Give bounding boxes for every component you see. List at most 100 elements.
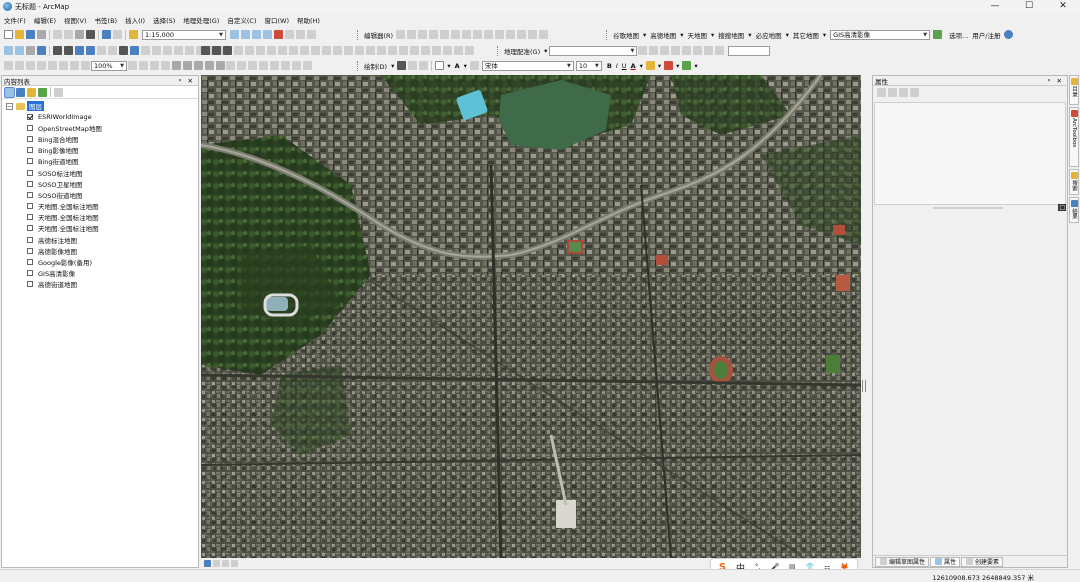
pause-drawing-icon[interactable] xyxy=(231,559,238,567)
find-icon[interactable] xyxy=(174,46,183,55)
layout-icon[interactable] xyxy=(289,46,298,55)
layer-visibility-checkbox[interactable] xyxy=(27,191,33,198)
tool-icon[interactable] xyxy=(226,61,235,70)
fill-color-icon[interactable] xyxy=(645,61,655,70)
full-extent-icon[interactable] xyxy=(37,46,46,55)
layer-visibility-checkbox[interactable] xyxy=(27,270,33,277)
layout-icon[interactable] xyxy=(399,46,408,55)
layer-label[interactable]: ESRIWorldImage xyxy=(38,113,92,121)
previous-extent-icon[interactable] xyxy=(70,61,79,70)
layer-row[interactable]: 高德街道地图 xyxy=(2,279,198,290)
layout-pan-icon[interactable] xyxy=(26,61,35,70)
georef-tool-icon[interactable] xyxy=(671,46,681,55)
layer-row[interactable]: Bing影像地图 xyxy=(2,145,198,156)
layer-row[interactable]: Bing混合地图 xyxy=(2,133,198,144)
list-by-visibility-icon[interactable] xyxy=(27,87,36,97)
menu-geoprocessing[interactable]: 地理处理(G) xyxy=(179,15,223,25)
tool-icon[interactable] xyxy=(270,61,279,70)
list-by-source-icon[interactable] xyxy=(16,87,25,97)
tianditu-map-button[interactable]: 天地图 xyxy=(686,30,710,40)
save-icon[interactable] xyxy=(26,30,35,39)
python-window-icon[interactable] xyxy=(285,30,294,39)
layout-icon[interactable] xyxy=(300,46,309,55)
layer-visibility-checkbox[interactable] xyxy=(27,259,33,266)
edit-vertices-icon[interactable] xyxy=(469,61,479,70)
layer-row[interactable]: 高德标注地图 xyxy=(2,234,198,245)
layer-row[interactable]: Bing街道地图 xyxy=(2,156,198,167)
properties-tool-icon[interactable] xyxy=(888,87,897,97)
maximize-button[interactable]: ☐ xyxy=(1012,0,1046,13)
menu-bookmarks[interactable]: 书签(B) xyxy=(91,15,122,25)
menu-windows[interactable]: 窗口(W) xyxy=(261,15,294,25)
table-of-contents-icon[interactable] xyxy=(241,30,250,39)
layer-label[interactable]: 天地图.全国标注地图 xyxy=(38,201,99,211)
data-driven-pages-icon[interactable] xyxy=(161,61,170,70)
identify-icon[interactable] xyxy=(130,46,139,55)
options-button[interactable]: 选项... xyxy=(947,30,970,40)
toggle-draft-mode-icon[interactable] xyxy=(128,61,137,70)
font-color-button[interactable]: A xyxy=(629,62,638,70)
arctoolbox-icon[interactable] xyxy=(274,30,283,39)
marker-color-icon[interactable] xyxy=(682,61,692,70)
layout-icon[interactable] xyxy=(421,46,430,55)
zoom-out-icon[interactable] xyxy=(15,46,24,55)
bold-button[interactable]: B xyxy=(605,62,614,70)
layer-visibility-checkbox[interactable] xyxy=(27,203,33,210)
layout-icon[interactable] xyxy=(443,46,452,55)
menu-selection[interactable]: 选择(S) xyxy=(149,15,179,25)
add-data-icon[interactable] xyxy=(129,30,138,39)
georeferencing-menu[interactable]: 地理配准(G) xyxy=(502,46,542,56)
back-extent-icon[interactable] xyxy=(75,46,84,55)
layer-visibility-checkbox[interactable] xyxy=(27,236,33,243)
tool-icon[interactable] xyxy=(248,61,257,70)
layout-icon[interactable] xyxy=(344,46,353,55)
layer-label[interactable]: 高德标注地图 xyxy=(38,235,77,245)
fixed-zoom-in-icon[interactable] xyxy=(53,46,62,55)
attributes-icon[interactable] xyxy=(517,30,527,39)
zoom-whole-page-icon[interactable] xyxy=(37,61,46,70)
collapse-icon[interactable]: − xyxy=(6,102,13,110)
menu-help[interactable]: 帮助(H) xyxy=(293,15,324,25)
tab-search[interactable]: 搜索 xyxy=(1069,169,1079,195)
toc-pin-close-icon[interactable]: ᵖ ✕ xyxy=(179,77,198,85)
tool-icon[interactable] xyxy=(216,61,225,70)
hyperlink-icon[interactable] xyxy=(141,46,150,55)
layer-label[interactable]: Google影像(备用) xyxy=(38,257,92,267)
data-view-icon[interactable] xyxy=(204,559,211,567)
layer-row[interactable]: 天地图.全国标注地图 xyxy=(2,223,198,234)
straight-segment-icon[interactable] xyxy=(418,30,428,39)
trace-icon[interactable] xyxy=(440,30,450,39)
layout-icon[interactable] xyxy=(377,46,386,55)
fixed-zoom-icon[interactable] xyxy=(59,61,68,70)
fixed-zoom-out-icon[interactable] xyxy=(64,46,73,55)
edit-tool-icon[interactable] xyxy=(396,30,406,39)
tab-attributes[interactable]: 属性 xyxy=(930,556,961,567)
register-button[interactable]: 用户/注册 xyxy=(970,30,1002,40)
tab-edit-sketch-properties[interactable]: 编辑草图属性 xyxy=(875,556,930,567)
layer-label[interactable]: SOSO街道地图 xyxy=(38,190,82,200)
tool-icon[interactable] xyxy=(205,61,214,70)
menu-customize[interactable]: 自定义(C) xyxy=(223,15,260,25)
layer-label[interactable]: OpenStreetMap地图 xyxy=(38,123,102,133)
layer-visibility-checkbox[interactable] xyxy=(27,158,33,165)
menu-file[interactable]: 文件(F) xyxy=(0,15,30,25)
layout-icon[interactable] xyxy=(256,46,265,55)
properties-pin-close-icon[interactable]: ᵖ ✕ xyxy=(1048,77,1067,85)
layout-icon[interactable] xyxy=(388,46,397,55)
layer-row[interactable]: 高德影像地图 xyxy=(2,245,198,256)
layout-icon[interactable] xyxy=(234,46,243,55)
layout-icon[interactable] xyxy=(201,46,210,55)
georef-tool-icon[interactable] xyxy=(682,46,692,55)
options-icon[interactable] xyxy=(54,87,63,97)
tool-icon[interactable] xyxy=(237,61,246,70)
tab-arctoolbox[interactable]: ArcToolbox xyxy=(1069,107,1079,167)
fixed-zoom-icon[interactable] xyxy=(48,61,57,70)
search-window-icon[interactable] xyxy=(263,30,272,39)
close-button[interactable]: ✕ xyxy=(1046,0,1080,13)
list-by-drawing-order-icon[interactable] xyxy=(4,86,15,98)
clear-selection-icon[interactable] xyxy=(108,46,117,55)
print-icon[interactable] xyxy=(37,30,46,39)
tool-icon[interactable] xyxy=(172,61,181,70)
layer-label[interactable]: 高德影像地图 xyxy=(38,246,77,256)
find-route-icon[interactable] xyxy=(185,46,194,55)
